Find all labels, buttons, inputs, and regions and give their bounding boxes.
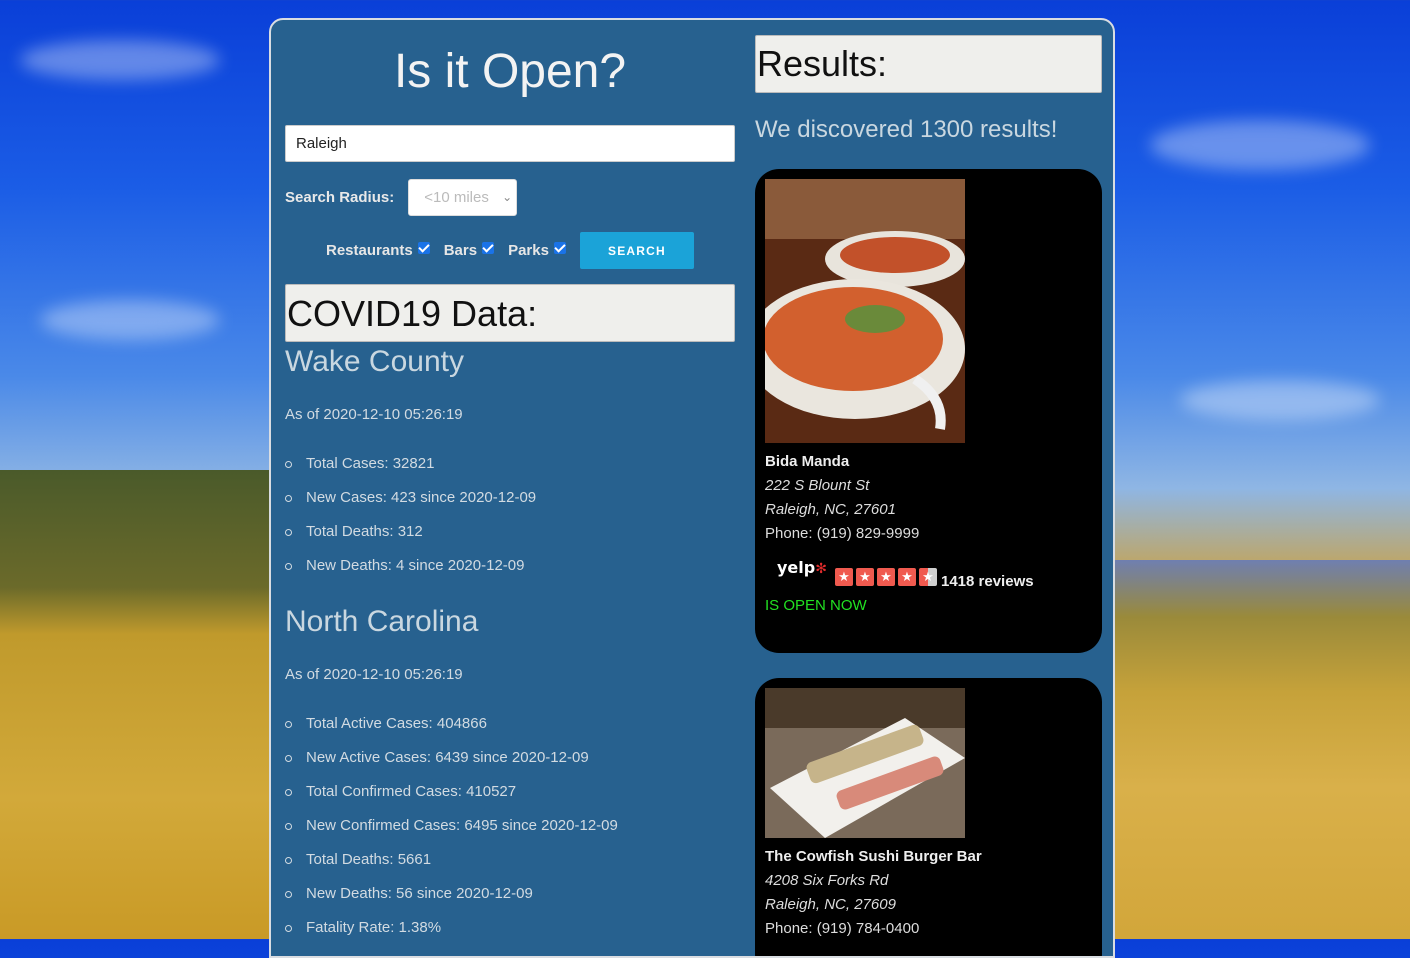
cloud [1180, 380, 1380, 420]
stat-item: Total Confirmed Cases: 410527 [285, 783, 618, 817]
stat-item: Total Cases: 32821 [285, 455, 536, 489]
restaurant-photo[interactable] [765, 688, 965, 838]
stat-item: New Active Cases: 6439 since 2020-12-09 [285, 749, 618, 783]
parks-checkbox[interactable] [553, 241, 566, 254]
results-heading: Results: [755, 35, 1102, 93]
results-summary: We discovered 1300 results! [755, 116, 1058, 143]
page-title: Is it Open? [393, 45, 627, 98]
filter-label: Parks [508, 242, 549, 259]
restaurant-city: Raleigh, NC, 27609 [765, 896, 896, 913]
yelp-wordmark: yelp [777, 558, 816, 577]
filter-bars[interactable]: Bars [443, 241, 495, 259]
star-icon: ★ [835, 568, 853, 586]
radius-label: Search Radius: [285, 188, 395, 206]
stat-item: New Deaths: 56 since 2020-12-09 [285, 885, 618, 919]
main-panel: Is it Open? Search Radius: <10 miles ⌄ R… [269, 18, 1115, 958]
state-as-of: As of 2020-12-10 05:26:19 [285, 666, 463, 683]
filter-label: Bars [443, 242, 478, 259]
yelp-burst-icon: ✻ [815, 561, 827, 577]
background-landscape-left [0, 470, 280, 939]
chevron-down-icon: ⌄ [502, 190, 513, 204]
filter-restaurants[interactable]: Restaurants [326, 241, 430, 259]
state-stats: Total Active Cases: 404866 New Active Ca… [285, 715, 618, 953]
stat-item: Fatality Rate: 1.38% [285, 919, 618, 953]
star-icon: ★ [877, 568, 895, 586]
result-card[interactable]: Bida Manda 222 S Blount St Raleigh, NC, … [755, 169, 1102, 653]
filter-parks[interactable]: Parks [508, 241, 566, 259]
restaurants-checkbox[interactable] [417, 241, 430, 254]
background-landscape-right [1110, 560, 1410, 939]
cloud [20, 40, 220, 80]
result-card[interactable]: The Cowfish Sushi Burger Bar 4208 Six Fo… [755, 678, 1102, 956]
cloud [1150, 120, 1370, 170]
filter-row: Restaurants Bars Parks SEARCH [326, 232, 694, 269]
restaurant-phone: Phone: (919) 829-9999 [765, 525, 920, 542]
star-icon: ★ [856, 568, 874, 586]
review-count[interactable]: 1418 reviews [941, 573, 1034, 590]
search-input[interactable] [285, 125, 735, 162]
bars-checkbox[interactable] [482, 241, 495, 254]
stat-item: New Deaths: 4 since 2020-12-09 [285, 557, 536, 591]
restaurant-photo[interactable] [765, 179, 965, 443]
stat-item: New Cases: 423 since 2020-12-09 [285, 489, 536, 523]
restaurant-city: Raleigh, NC, 27601 [765, 501, 896, 518]
stat-item: Total Deaths: 312 [285, 523, 536, 557]
search-column: Is it Open? Search Radius: <10 miles ⌄ R… [285, 20, 735, 936]
restaurant-street: 4208 Six Forks Rd [765, 872, 889, 889]
restaurant-phone: Phone: (919) 784-0400 [765, 920, 920, 937]
star-rating: ★ ★ ★ ★ ★ [835, 568, 940, 586]
county-stats: Total Cases: 32821 New Cases: 423 since … [285, 455, 536, 591]
state-title: North Carolina [285, 605, 479, 638]
stat-item: Total Deaths: 5661 [285, 851, 618, 885]
stat-item: Total Active Cases: 404866 [285, 715, 618, 749]
half-star-icon: ★ [919, 568, 937, 586]
search-button[interactable]: SEARCH [579, 232, 694, 269]
radius-row: Search Radius: <10 miles ⌄ [285, 178, 518, 216]
radius-select[interactable]: <10 miles ⌄ [408, 178, 518, 216]
star-icon: ★ [898, 568, 916, 586]
stat-item: New Confirmed Cases: 6495 since 2020-12-… [285, 817, 618, 851]
yelp-logo[interactable]: yelp✻ [777, 558, 827, 577]
restaurant-name[interactable]: The Cowfish Sushi Burger Bar [765, 848, 982, 865]
county-as-of: As of 2020-12-10 05:26:19 [285, 406, 463, 423]
cloud [40, 300, 220, 340]
radius-selected-value: <10 miles [424, 188, 489, 206]
filter-label: Restaurants [326, 242, 413, 259]
county-title: Wake County [285, 345, 464, 378]
covid-heading: COVID19 Data: [285, 284, 735, 342]
open-status: IS OPEN NOW [765, 597, 867, 614]
restaurant-name[interactable]: Bida Manda [765, 453, 849, 470]
restaurant-street: 222 S Blount St [765, 477, 870, 494]
